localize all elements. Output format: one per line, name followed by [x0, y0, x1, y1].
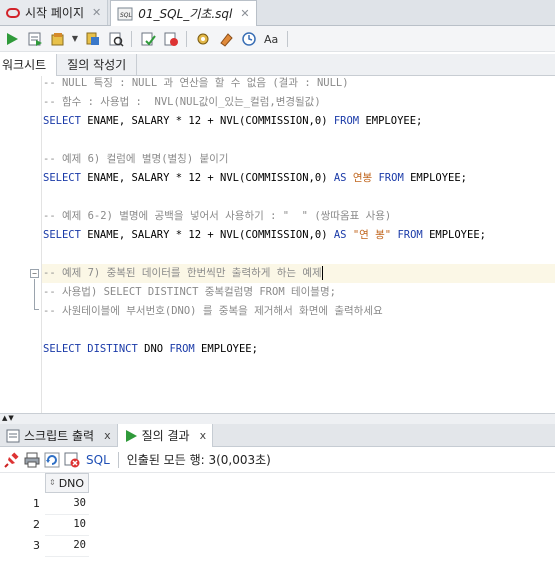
row-number: 3 — [33, 539, 40, 552]
code-line-sql: SELECT DISTINCT DNO FROM EMPLOYEE; — [43, 343, 258, 355]
tab-sql-file[interactable]: SQL 01_SQL_기초.sql ✕ — [110, 0, 257, 26]
format-button[interactable]: Aa — [262, 29, 281, 48]
code-line-comment: -- NULL 특징 : NULL 과 연산을 할 수 없음 (결과 : NUL… — [43, 77, 349, 89]
clear-button[interactable] — [216, 29, 235, 48]
tab-start-page[interactable]: 시작 페이지 ✕ — [0, 0, 109, 25]
code-line-comment: -- 사용법) SELECT DISTINCT 중복컬럼명 FROM 테이블명; — [43, 286, 336, 298]
svg-text:Aa: Aa — [264, 33, 278, 46]
close-icon[interactable]: x — [104, 429, 111, 442]
table-row[interactable]: 1 30 — [0, 493, 90, 515]
sort-icon[interactable]: ⇕ — [49, 479, 56, 487]
fold-guide — [34, 279, 35, 309]
history-icon — [241, 31, 256, 46]
code-line-comment: -- 함수 : 사용법 : NVL(NUL값이_있는_컬럼,변경될값) — [43, 96, 321, 108]
explain-plan-button[interactable] — [83, 29, 102, 48]
table-cell[interactable]: 30 — [45, 493, 89, 515]
format-icon: Aa — [264, 33, 278, 46]
worksheet-toolbar: ▼ Aa — [0, 26, 555, 52]
table-row[interactable]: 3 20 — [0, 535, 90, 557]
explain-plan-icon — [86, 32, 99, 45]
run-icon — [125, 429, 137, 442]
rollback-icon — [164, 32, 178, 46]
refresh-icon[interactable] — [44, 452, 60, 468]
run-statement-button[interactable] — [2, 29, 21, 48]
sql-file-icon: SQL — [117, 7, 133, 20]
tab-query-result-label: 질의 결과 — [141, 429, 190, 443]
oracle-icon — [6, 7, 20, 18]
run-script-button[interactable] — [25, 29, 44, 48]
tab-start-page-label: 시작 페이지 — [25, 6, 85, 20]
worksheet-subtab-bar: 워크시트 질의 작성기 — [0, 54, 555, 76]
tab-script-output[interactable]: 스크립트 출력 x — [0, 424, 117, 447]
history-button[interactable] — [239, 29, 258, 48]
table-row[interactable]: 2 10 — [0, 514, 90, 536]
cancel-query-icon[interactable] — [64, 452, 80, 468]
panel-splitter[interactable]: ▲▼ — [0, 414, 555, 424]
chevron-down-icon[interactable]: ▼ — [71, 34, 79, 43]
eraser-icon — [219, 32, 233, 47]
tab-query-builder[interactable]: 질의 작성기 — [57, 54, 138, 76]
document-tab-bar: 시작 페이지 ✕ SQL 01_SQL_기초.sql ✕ — [0, 0, 555, 26]
svg-text:SQL: SQL — [120, 12, 132, 19]
tab-sql-file-label: 01_SQL_기초.sql — [138, 7, 233, 21]
column-header-label: DNO — [58, 476, 85, 490]
sql-link[interactable]: SQL — [86, 453, 110, 467]
code-line-sql: SELECT ENAME, SALARY * 12 + NVL(COMMISSI… — [43, 115, 423, 127]
toolbar-separator — [287, 30, 288, 47]
table-cell[interactable]: 10 — [45, 514, 89, 536]
commit-icon — [51, 32, 63, 45]
close-icon[interactable]: ✕ — [92, 6, 101, 19]
script-output-icon — [6, 429, 20, 442]
commit-button[interactable] — [48, 29, 67, 48]
result-grid[interactable]: ⇕ DNO 1 30 2 10 3 20 — [0, 473, 555, 566]
code-line-comment: -- 예제 6) 컬럼에 별명(별칭) 붙이기 — [43, 153, 229, 165]
code-line-sql: SELECT ENAME, SALARY * 12 + NVL(COMMISSI… — [43, 172, 467, 184]
run-statement-icon — [6, 32, 18, 45]
toolbar-separator — [186, 30, 187, 47]
fold-guide-end — [34, 309, 39, 310]
editor-gutter — [0, 76, 42, 413]
code-line-current: -- 예제 7) 중복된 데이터를 한번씩만 출력하게 하는 예제 — [42, 264, 555, 283]
code-line-comment: -- 예제 6-2) 별명에 공백을 넣어서 사용하기 : " " (쌍따옴표 … — [43, 210, 392, 222]
close-icon[interactable]: x — [200, 429, 207, 442]
tab-worksheet[interactable]: 워크시트 — [0, 54, 58, 76]
splitter-arrows-icon[interactable]: ▲▼ — [2, 414, 15, 422]
fetch-status-text: 인출된 모든 행: 3(0,003초) — [126, 453, 271, 467]
run-script-icon — [28, 32, 42, 46]
close-icon[interactable]: ✕ — [240, 7, 249, 20]
fold-toggle-icon[interactable]: − — [30, 269, 39, 278]
tab-script-output-label: 스크립트 출력 — [24, 429, 95, 443]
check-icon — [141, 32, 156, 46]
autotrace-icon — [109, 32, 124, 47]
autotrace-button[interactable] — [106, 29, 125, 48]
print-icon[interactable] — [24, 452, 40, 468]
output-tab-bar: 스크립트 출력 x 질의 결과 x — [0, 424, 555, 447]
sql-editor[interactable]: -- NULL 특징 : NULL 과 연산을 할 수 없음 (결과 : NUL… — [0, 76, 555, 414]
table-cell[interactable]: 20 — [45, 535, 89, 557]
column-header-dno[interactable]: ⇕ DNO — [45, 473, 89, 493]
code-line-sql: SELECT ENAME, SALARY * 12 + NVL(COMMISSI… — [43, 229, 486, 241]
tab-query-result[interactable]: 질의 결과 x — [116, 424, 214, 447]
current-line-text: -- 예제 7) 중복된 데이터를 한번씩만 출력하게 하는 예제 — [43, 267, 322, 279]
text-caret — [321, 266, 323, 280]
result-toolbar: SQL 인출된 모든 행: 3(0,003초) — [0, 447, 555, 473]
code-line-comment: -- 사원테이블에 부서번호(DNO) 를 중복을 제거해서 화면에 출력하세요 — [43, 305, 383, 317]
toolbar-separator — [131, 30, 132, 47]
toolbar-separator — [117, 451, 119, 468]
pin-icon[interactable] — [4, 451, 20, 468]
rollback-button[interactable] — [161, 29, 180, 48]
row-number: 2 — [33, 518, 40, 531]
row-number: 1 — [33, 497, 40, 510]
commit-transaction-button[interactable] — [138, 29, 157, 48]
gear-icon — [197, 33, 208, 44]
unshared-sql-button[interactable] — [193, 29, 212, 48]
